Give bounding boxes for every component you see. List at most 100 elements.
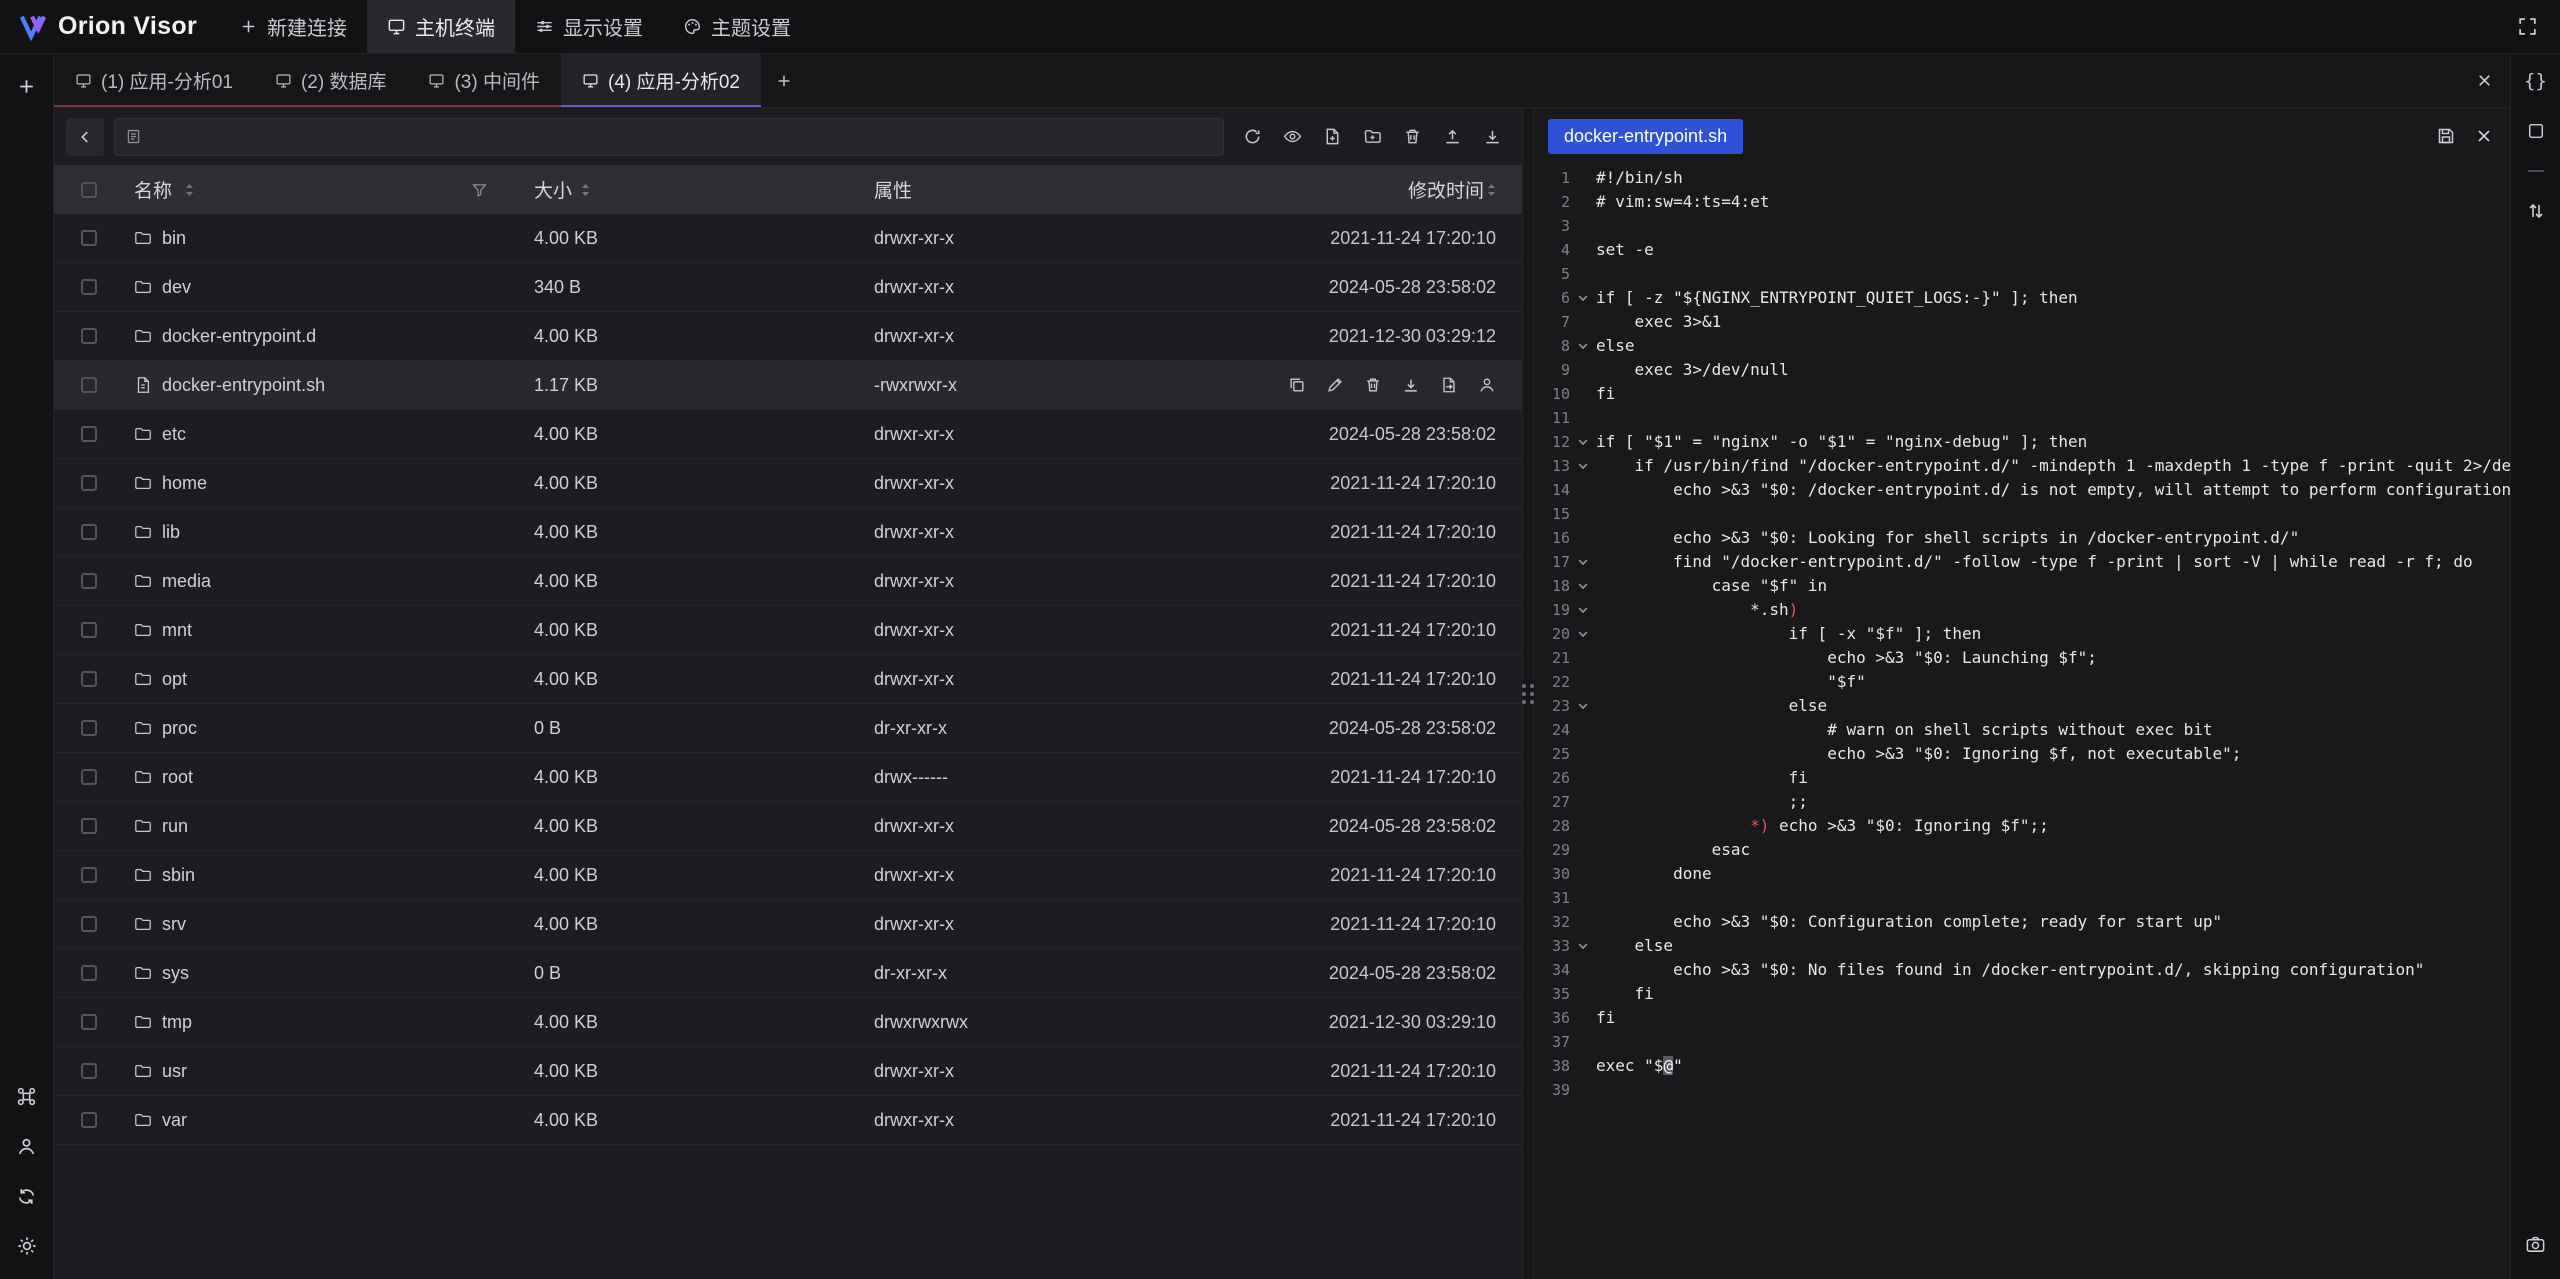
upload-icon[interactable] [1434, 119, 1470, 155]
terminal-tab-2[interactable]: (2) 数据库 [254, 54, 408, 107]
menu-item-theme-settings[interactable]: 主题设置 [663, 0, 811, 53]
menu-item-new-connection[interactable]: 新建连接 [219, 0, 367, 53]
command-shortcut-icon[interactable] [10, 1079, 44, 1113]
row-checkbox[interactable] [81, 720, 97, 736]
user-icon[interactable] [10, 1129, 44, 1163]
table-row[interactable]: home4.00 KBdrwxr-xr-x2021-11-24 17:20:10 [54, 459, 1522, 508]
braces-icon[interactable]: {} [2524, 70, 2547, 92]
row-checkbox[interactable] [81, 916, 97, 932]
fold-chevron-icon[interactable] [1570, 934, 1596, 958]
table-row[interactable]: root4.00 KBdrwx------2021-11-24 17:20:10 [54, 753, 1522, 802]
sort-icon[interactable] [1487, 183, 1496, 197]
download-icon[interactable] [1474, 119, 1510, 155]
path-input[interactable] [114, 118, 1224, 156]
table-row[interactable]: sys0 Bdr-xr-xr-x2024-05-28 23:58:02 [54, 949, 1522, 998]
download-icon[interactable] [1402, 376, 1420, 394]
refresh-icon[interactable] [1234, 119, 1270, 155]
sync-icon[interactable] [10, 1179, 44, 1213]
row-checkbox[interactable] [81, 769, 97, 785]
sort-icon[interactable] [185, 183, 194, 197]
row-checkbox[interactable] [81, 524, 97, 540]
table-row[interactable]: srv4.00 KBdrwxr-xr-x2021-11-24 17:20:10 [54, 900, 1522, 949]
row-checkbox[interactable] [81, 867, 97, 883]
table-row[interactable]: usr4.00 KBdrwxr-xr-x2021-11-24 17:20:10 [54, 1047, 1522, 1096]
table-row[interactable]: dev340 Bdrwxr-xr-x2024-05-28 23:58:02 [54, 263, 1522, 312]
terminal-tab-4[interactable]: (4) 应用-分析02 [561, 54, 761, 107]
row-checkbox[interactable] [81, 377, 97, 393]
row-checkbox[interactable] [81, 475, 97, 491]
code-lines[interactable]: 1#!/bin/sh2# vim:sw=4:ts=4:et34set -e56i… [1534, 164, 2510, 1279]
move-icon[interactable] [1440, 376, 1458, 394]
delete-icon[interactable] [1364, 376, 1382, 394]
table-row[interactable]: etc4.00 KBdrwxr-xr-x2024-05-28 23:58:02 [54, 410, 1522, 459]
menu-item-host-terminal[interactable]: 主机终端 [367, 0, 515, 53]
row-checkbox[interactable] [81, 965, 97, 981]
panel-splitter[interactable] [1522, 108, 1534, 1279]
terminal-tab-1[interactable]: (1) 应用-分析01 [54, 54, 254, 107]
fold-chevron-icon[interactable] [1570, 334, 1596, 358]
table-row[interactable]: run4.00 KBdrwxr-xr-x2024-05-28 23:58:02 [54, 802, 1522, 851]
permission-user-icon[interactable] [1478, 376, 1496, 394]
row-checkbox[interactable] [81, 230, 97, 246]
fullscreen-icon[interactable] [2510, 10, 2544, 44]
new-tab-plus-icon[interactable] [10, 69, 44, 103]
file-size: 4.00 KB [504, 1061, 874, 1082]
table-row[interactable]: var4.00 KBdrwxr-xr-x2021-11-24 17:20:10 [54, 1096, 1522, 1145]
add-tab-button[interactable] [761, 54, 807, 107]
code-text: if [ "$1" = "nginx" -o "$1" = "nginx-deb… [1596, 430, 2087, 454]
fold-chevron-icon[interactable] [1570, 454, 1596, 478]
fold-chevron-icon[interactable] [1570, 622, 1596, 646]
row-checkbox[interactable] [81, 328, 97, 344]
fold-chevron-icon[interactable] [1570, 694, 1596, 718]
row-checkbox[interactable] [81, 1014, 97, 1030]
table-row[interactable]: docker-entrypoint.sh1.17 KB-rwxrwxr-x [54, 361, 1522, 410]
row-checkbox[interactable] [81, 818, 97, 834]
row-checkbox[interactable] [81, 671, 97, 687]
fold-chevron-icon[interactable] [1570, 430, 1596, 454]
table-row[interactable]: proc0 Bdr-xr-xr-x2024-05-28 23:58:02 [54, 704, 1522, 753]
table-row[interactable]: mnt4.00 KBdrwxr-xr-x2021-11-24 17:20:10 [54, 606, 1522, 655]
table-row[interactable]: lib4.00 KBdrwxr-xr-x2021-11-24 17:20:10 [54, 508, 1522, 557]
line-number: 25 [1534, 742, 1570, 766]
editor-file-tab[interactable]: docker-entrypoint.sh [1548, 119, 1743, 154]
table-row[interactable]: tmp4.00 KBdrwxrwxrwx2021-12-30 03:29:10 [54, 998, 1522, 1047]
fold-chevron-icon[interactable] [1570, 598, 1596, 622]
brand[interactable]: Orion Visor [18, 12, 197, 42]
row-checkbox[interactable] [81, 1063, 97, 1079]
row-checkbox[interactable] [81, 1112, 97, 1128]
swap-vertical-icon[interactable] [2519, 194, 2553, 228]
copy-icon[interactable] [1288, 376, 1306, 394]
trash-icon[interactable] [1394, 119, 1430, 155]
edit-icon[interactable] [1326, 376, 1344, 394]
table-row[interactable]: opt4.00 KBdrwxr-xr-x2021-11-24 17:20:10 [54, 655, 1522, 704]
table-row[interactable]: bin4.00 KBdrwxr-xr-x2021-11-24 17:20:10 [54, 214, 1522, 263]
filter-funnel-icon[interactable] [471, 181, 488, 198]
panel-box-icon[interactable] [2519, 114, 2553, 148]
table-row[interactable]: docker-entrypoint.d4.00 KBdrwxr-xr-x2021… [54, 312, 1522, 361]
select-all-checkbox[interactable] [81, 182, 97, 198]
row-checkbox[interactable] [81, 622, 97, 638]
sort-icon[interactable] [581, 183, 590, 197]
code-line: 37 [1534, 1030, 2510, 1054]
file-mtime: 2024-05-28 23:58:02 [1329, 424, 1496, 445]
fold-chevron-icon[interactable] [1570, 550, 1596, 574]
collapse-panel-button[interactable] [66, 118, 104, 156]
screenshot-camera-icon[interactable] [2519, 1227, 2553, 1261]
row-name-cell: etc [124, 424, 504, 445]
fold-chevron-icon[interactable] [1570, 286, 1596, 310]
close-editor-icon[interactable] [2474, 126, 2494, 146]
gear-icon[interactable] [10, 1229, 44, 1263]
show-hidden-eye-icon[interactable] [1274, 119, 1310, 155]
new-folder-icon[interactable] [1354, 119, 1390, 155]
terminal-tab-3[interactable]: (3) 中间件 [407, 54, 561, 107]
row-checkbox[interactable] [81, 573, 97, 589]
menu-item-display-settings[interactable]: 显示设置 [515, 0, 663, 53]
fold-chevron-icon[interactable] [1570, 574, 1596, 598]
new-file-icon[interactable] [1314, 119, 1350, 155]
row-checkbox[interactable] [81, 426, 97, 442]
table-row[interactable]: media4.00 KBdrwxr-xr-x2021-11-24 17:20:1… [54, 557, 1522, 606]
row-checkbox[interactable] [81, 279, 97, 295]
table-row[interactable]: sbin4.00 KBdrwxr-xr-x2021-11-24 17:20:10 [54, 851, 1522, 900]
close-icon[interactable] [2475, 71, 2494, 90]
save-icon[interactable] [2436, 126, 2456, 146]
